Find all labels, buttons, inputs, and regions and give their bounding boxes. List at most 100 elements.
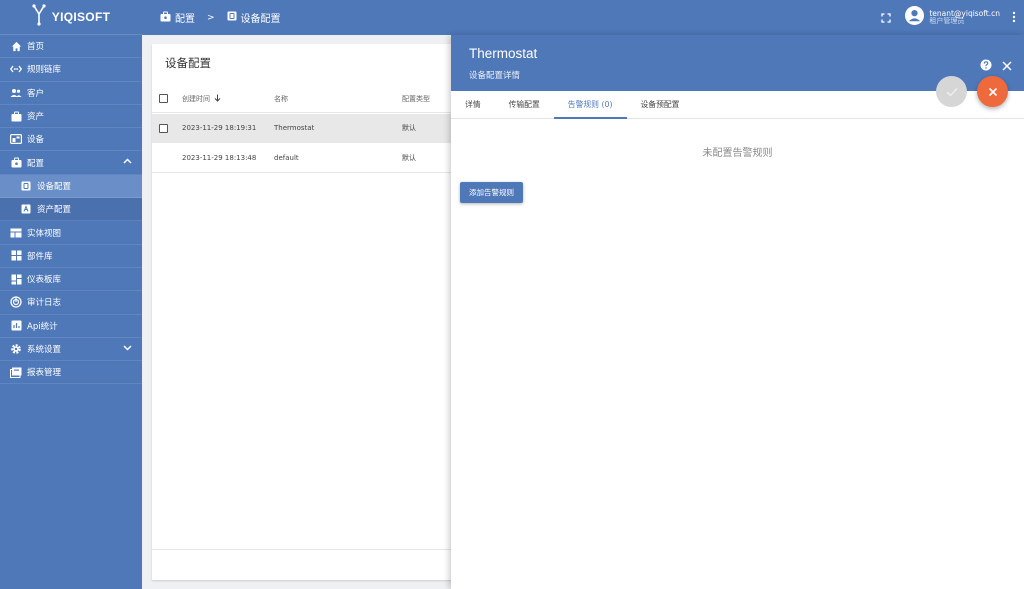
header-actions: tenant@yiqisoft.cn 租户管理员 [881, 0, 1016, 35]
cell-name: default [274, 154, 299, 162]
sidebar-nav: 首页 规则链库 客户 资产 设备 配置 设备配置 资产配置 实体视图 部件库 仪… [0, 35, 142, 385]
select-all-checkbox[interactable] [159, 85, 168, 112]
customers-icon [10, 87, 22, 99]
avatar [905, 6, 925, 29]
settings-icon [10, 343, 22, 355]
fullscreen-icon[interactable] [881, 8, 891, 27]
cell-type: 默认 [402, 124, 416, 132]
sidebar-item-api-usage[interactable]: Api统计 [0, 315, 142, 338]
cell-created: 2023-11-29 18:19:31 [182, 124, 257, 132]
sidebar-item-label: 设备配置 [37, 181, 72, 192]
top-bar: 配置 > 设备配置 tenant@yiqisoft.cn 租户管理员 [142, 0, 1024, 35]
logo-icon [32, 4, 46, 30]
cell-name: Thermostat [274, 124, 315, 132]
sidebar-item-dashboards[interactable]: 仪表板库 [0, 268, 142, 292]
tab-provisioning[interactable]: 设备预配置 [627, 91, 694, 118]
entity-view-icon [10, 227, 22, 239]
details-subtitle: 设备配置详情 [469, 71, 521, 81]
details-title: Thermostat [469, 46, 538, 61]
dashboard-icon [10, 273, 22, 285]
sidebar-item-customers[interactable]: 客户 [0, 82, 142, 105]
cancel-edit-button[interactable] [977, 76, 1008, 107]
config-icon [10, 157, 22, 169]
sidebar-item-widgets[interactable]: 部件库 [0, 245, 142, 268]
sidebar-item-audit-logs[interactable]: 审计日志 [0, 291, 142, 315]
breadcrumb-separator: > [207, 12, 215, 23]
sidebar-item-label: 规则链库 [27, 65, 62, 76]
more-vert-icon[interactable] [1012, 8, 1016, 27]
breadcrumb: 配置 > 设备配置 [142, 10, 281, 25]
column-label: 创建时间 [182, 94, 210, 103]
breadcrumb-label: 设备配置 [240, 14, 281, 25]
sidebar-item-settings[interactable]: 系统设置 [0, 338, 142, 362]
sidebar-item-label: Api统计 [27, 321, 58, 332]
app-logo[interactable]: YIQISOFT [0, 0, 142, 35]
sidebar-item-label: 首页 [27, 42, 45, 53]
api-usage-icon [10, 320, 22, 332]
cell-created: 2023-11-29 18:13:48 [182, 154, 257, 162]
sidebar-item-config[interactable]: 配置 [0, 151, 142, 175]
assets-icon [10, 110, 22, 122]
table-row[interactable]: 2023-11-29 18:13:48 default 默认 [152, 144, 462, 173]
sidebar-item-label: 部件库 [27, 251, 53, 262]
column-header-type[interactable]: 配置类型 [402, 85, 430, 112]
sidebar-item-asset-profiles[interactable]: 资产配置 [0, 198, 142, 222]
app-name: YIQISOFT [51, 10, 111, 24]
tab-details[interactable]: 详情 [451, 91, 495, 118]
sidebar: YIQISOFT 首页 规则链库 客户 资产 设备 配置 设备配置 资产配置 实… [0, 0, 142, 589]
sidebar-item-device-profiles[interactable]: 设备配置 [0, 174, 142, 199]
table-row[interactable]: 2023-11-29 18:19:31 Thermostat 默认 [152, 114, 462, 143]
chevron-down-icon[interactable] [123, 344, 132, 354]
sidebar-item-label: 资产 [27, 112, 45, 123]
breadcrumb-item-config[interactable]: 配置 [160, 10, 195, 25]
user-info: tenant@yiqisoft.cn 租户管理员 [929, 9, 1000, 26]
tab-transport[interactable]: 传输配置 [495, 91, 554, 118]
sidebar-item-devices[interactable]: 设备 [0, 128, 142, 152]
arrow-down-icon [214, 94, 221, 104]
sidebar-item-entity-views[interactable]: 实体视图 [0, 221, 142, 245]
sidebar-item-label: 配置 [27, 158, 45, 169]
asset-profile-icon [20, 203, 32, 215]
widgets-icon [10, 250, 22, 262]
cell-type: 默认 [402, 154, 416, 162]
sidebar-item-rule-chains[interactable]: 规则链库 [0, 58, 142, 82]
chevron-up-icon[interactable] [123, 157, 132, 167]
column-header-created[interactable]: 创建时间 [182, 85, 221, 112]
save-button[interactable] [936, 76, 967, 107]
device-profile-details-panel: Thermostat 设备配置详情 详情 传输配置 告警规则 (0) 设备预配置… [451, 35, 1024, 589]
sidebar-item-label: 系统设置 [27, 345, 62, 355]
sidebar-item-label: 实体视图 [27, 228, 62, 239]
sidebar-item-label: 资产配置 [37, 205, 72, 216]
tab-alarm-rules[interactable]: 告警规则 (0) [553, 91, 627, 119]
sidebar-item-home[interactable]: 首页 [0, 35, 142, 59]
empty-alarm-rules-message: 未配置告警规则 [702, 148, 773, 159]
sidebar-item-reports[interactable]: 报表管理 [0, 361, 142, 385]
user-menu[interactable]: tenant@yiqisoft.cn 租户管理员 [905, 6, 1000, 29]
check-icon [946, 82, 958, 101]
device-profile-icon [227, 11, 237, 24]
row-checkbox[interactable] [159, 114, 168, 142]
table-header: 创建时间 名称 配置类型 [152, 85, 462, 113]
table-footer-divider [152, 549, 462, 550]
close-icon [988, 82, 998, 101]
home-icon [10, 40, 22, 52]
breadcrumb-item-device-profiles: 设备配置 [227, 10, 281, 25]
config-icon [160, 11, 171, 25]
add-alarm-rule-button[interactable]: 添加告警规则 [460, 182, 523, 203]
rule-chain-icon [10, 63, 22, 75]
devices-icon [10, 133, 22, 145]
device-profiles-table-card: 设备配置 创建时间 名称 配置类型 2023-11-29 18:19:31 Th… [152, 44, 462, 580]
details-header-actions [980, 56, 1012, 75]
reports-icon [10, 366, 22, 378]
device-profile-icon [20, 180, 32, 192]
help-icon[interactable] [980, 56, 992, 75]
sidebar-item-assets[interactable]: 资产 [0, 105, 142, 129]
breadcrumb-label: 配置 [175, 14, 195, 25]
column-header-name[interactable]: 名称 [274, 85, 288, 112]
sidebar-item-label: 仪表板库 [27, 275, 62, 286]
audit-log-icon [10, 296, 22, 309]
close-icon[interactable] [1002, 56, 1012, 75]
sidebar-item-label: 设备 [27, 135, 45, 146]
user-role: 租户管理员 [929, 16, 965, 25]
sidebar-item-label: 报表管理 [27, 368, 62, 379]
